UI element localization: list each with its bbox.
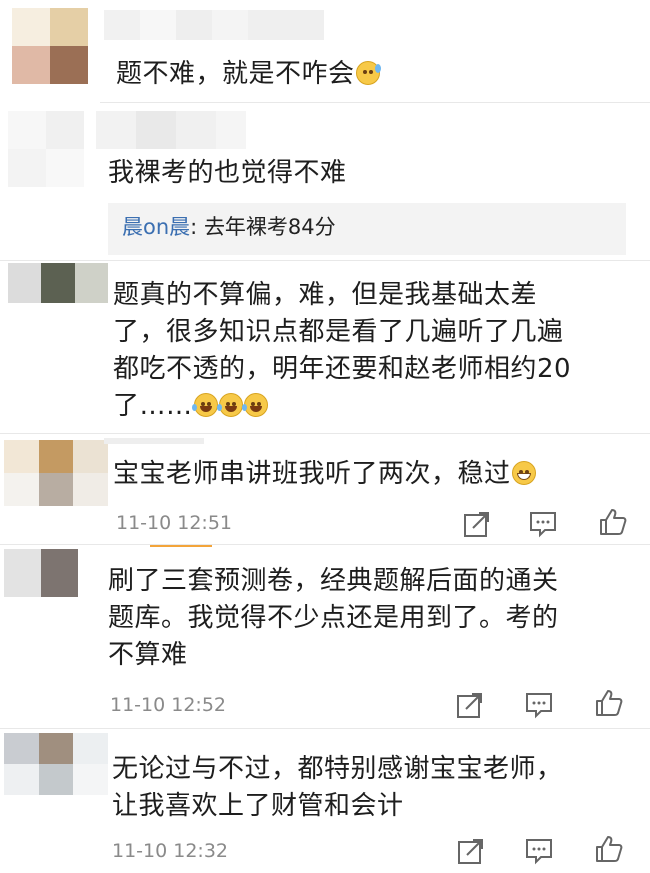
comment-6: 无论过与不过，都特别感谢宝宝老师， 让我喜欢上了财管和会计 11-10 12:3…: [0, 729, 650, 873]
comment-1: 题不难，就是不咋会: [0, 0, 650, 102]
comment-text: 无论过与不过，都特别感谢宝宝老师， 让我喜欢上了财管和会计: [112, 754, 563, 821]
comment-2: 我裸考的也觉得不难 晨on晨: 去年裸考84分: [0, 103, 650, 260]
comment-text: 刷了三套预测卷，经典题解后面的通关 题库。我觉得不少点还是用到了。考的 不算难: [108, 566, 559, 670]
avatar[interactable]: [12, 8, 88, 84]
avatar[interactable]: [4, 549, 78, 597]
share-icon[interactable]: [456, 836, 486, 866]
laugh-cry-icon: [241, 393, 268, 417]
timestamp: 11-10 12:52: [110, 694, 227, 716]
grin-icon: [511, 461, 536, 485]
sweat-smile-icon: [355, 61, 381, 85]
thumbs-up-icon[interactable]: [598, 507, 628, 537]
username[interactable]: [104, 10, 324, 40]
comment-icon[interactable]: [528, 509, 558, 539]
reply-preview[interactable]: 晨on晨: 去年裸考84分: [108, 203, 626, 255]
share-icon[interactable]: [462, 509, 492, 539]
timestamp: 11-10 12:51: [116, 512, 233, 534]
username[interactable]: [104, 438, 204, 444]
avatar[interactable]: [4, 733, 108, 795]
comment-5: 刷了三套预测卷，经典题解后面的通关 题库。我觉得不少点还是用到了。考的 不算难 …: [0, 545, 650, 725]
comment-3: 题真的不算偏，难，但是我基础太差 了，很多知识点都是看了几遍听了几遍 都吃不透的…: [0, 261, 650, 433]
username[interactable]: [96, 111, 246, 149]
thumbs-up-icon[interactable]: [594, 834, 624, 864]
comment-text: 题不难，就是不咋会: [116, 56, 381, 93]
comment-text: 题真的不算偏，难，但是我基础太差 了，很多知识点都是看了几遍听了几遍 都吃不透的…: [113, 280, 572, 421]
comment-text: 我裸考的也觉得不难: [108, 158, 347, 188]
reply-text: 去年裸考84分: [203, 215, 336, 239]
laugh-cry-icon: [191, 393, 218, 417]
avatar[interactable]: [8, 111, 84, 187]
reply-author[interactable]: 晨on晨: [122, 215, 190, 239]
share-icon[interactable]: [455, 690, 485, 720]
laugh-cry-icon: [216, 393, 243, 417]
comment-icon[interactable]: [524, 836, 554, 866]
thumbs-up-icon[interactable]: [594, 688, 624, 718]
avatar[interactable]: [4, 440, 108, 506]
avatar[interactable]: [8, 263, 108, 303]
comment-text: 宝宝老师串讲班我听了两次，稳过: [113, 456, 536, 493]
comment-4: 宝宝老师串讲班我听了两次，稳过 11-10 12:51: [0, 434, 650, 547]
comment-icon[interactable]: [524, 690, 554, 720]
timestamp: 11-10 12:32: [112, 840, 229, 862]
